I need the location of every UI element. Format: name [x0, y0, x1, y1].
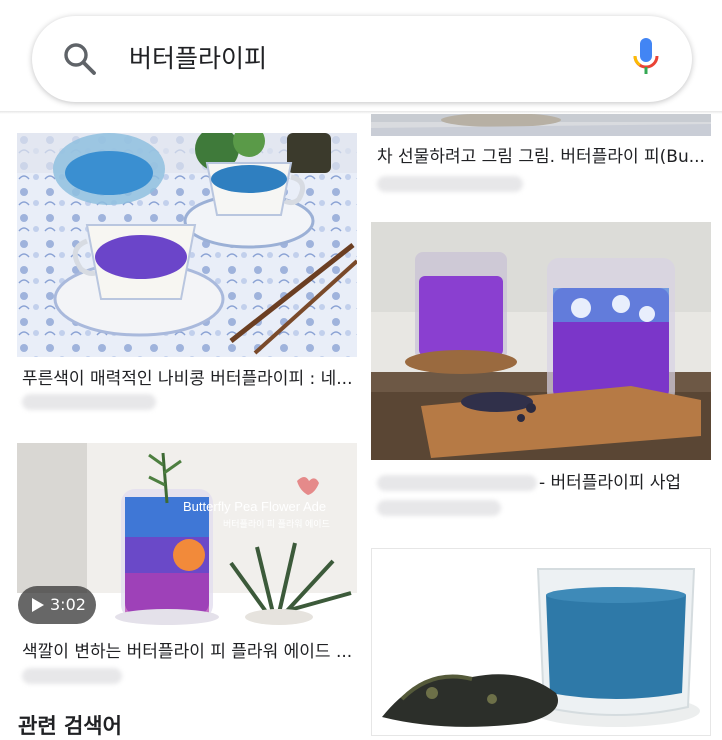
result-source-blurred: [22, 668, 122, 684]
result-image[interactable]: [371, 114, 711, 136]
result-source-blurred: [22, 394, 156, 410]
result-source-blurred: [377, 176, 523, 192]
microphone-icon[interactable]: [632, 38, 660, 80]
result-caption[interactable]: 푸른색이 매력적인 나비콩 버터플라이피 : 네...: [22, 367, 356, 391]
video-duration: 3:02: [50, 595, 86, 614]
search-icon[interactable]: [62, 41, 98, 77]
result-caption[interactable]: 색깔이 변하는 버터플라이 피 플라워 에이드 ...: [22, 640, 356, 664]
related-searches-heading: 관련 검색어: [18, 714, 122, 738]
play-icon: [32, 598, 44, 612]
result-image[interactable]: [371, 222, 711, 460]
video-duration-badge: 3:02: [18, 586, 96, 624]
video-overlay-subtitle: 버터플라이 피 플라워 에이드: [223, 519, 330, 529]
result-image[interactable]: [371, 548, 711, 736]
result-caption[interactable]: 차 선물하려고 그림 그림. 버터플라이 피(Bu...: [377, 145, 709, 169]
search-header: 버터플라이피: [0, 0, 722, 114]
video-overlay-title: Butterfly Pea Flower Ade: [183, 499, 326, 514]
result-caption[interactable]: - 버터플라이피 사업: [539, 471, 711, 495]
result-source-blurred: [377, 500, 501, 516]
result-image[interactable]: [17, 133, 357, 357]
search-bar[interactable]: 버터플라이피: [32, 16, 692, 102]
search-input[interactable]: 버터플라이피: [129, 40, 267, 78]
result-source-blurred: [377, 475, 537, 491]
